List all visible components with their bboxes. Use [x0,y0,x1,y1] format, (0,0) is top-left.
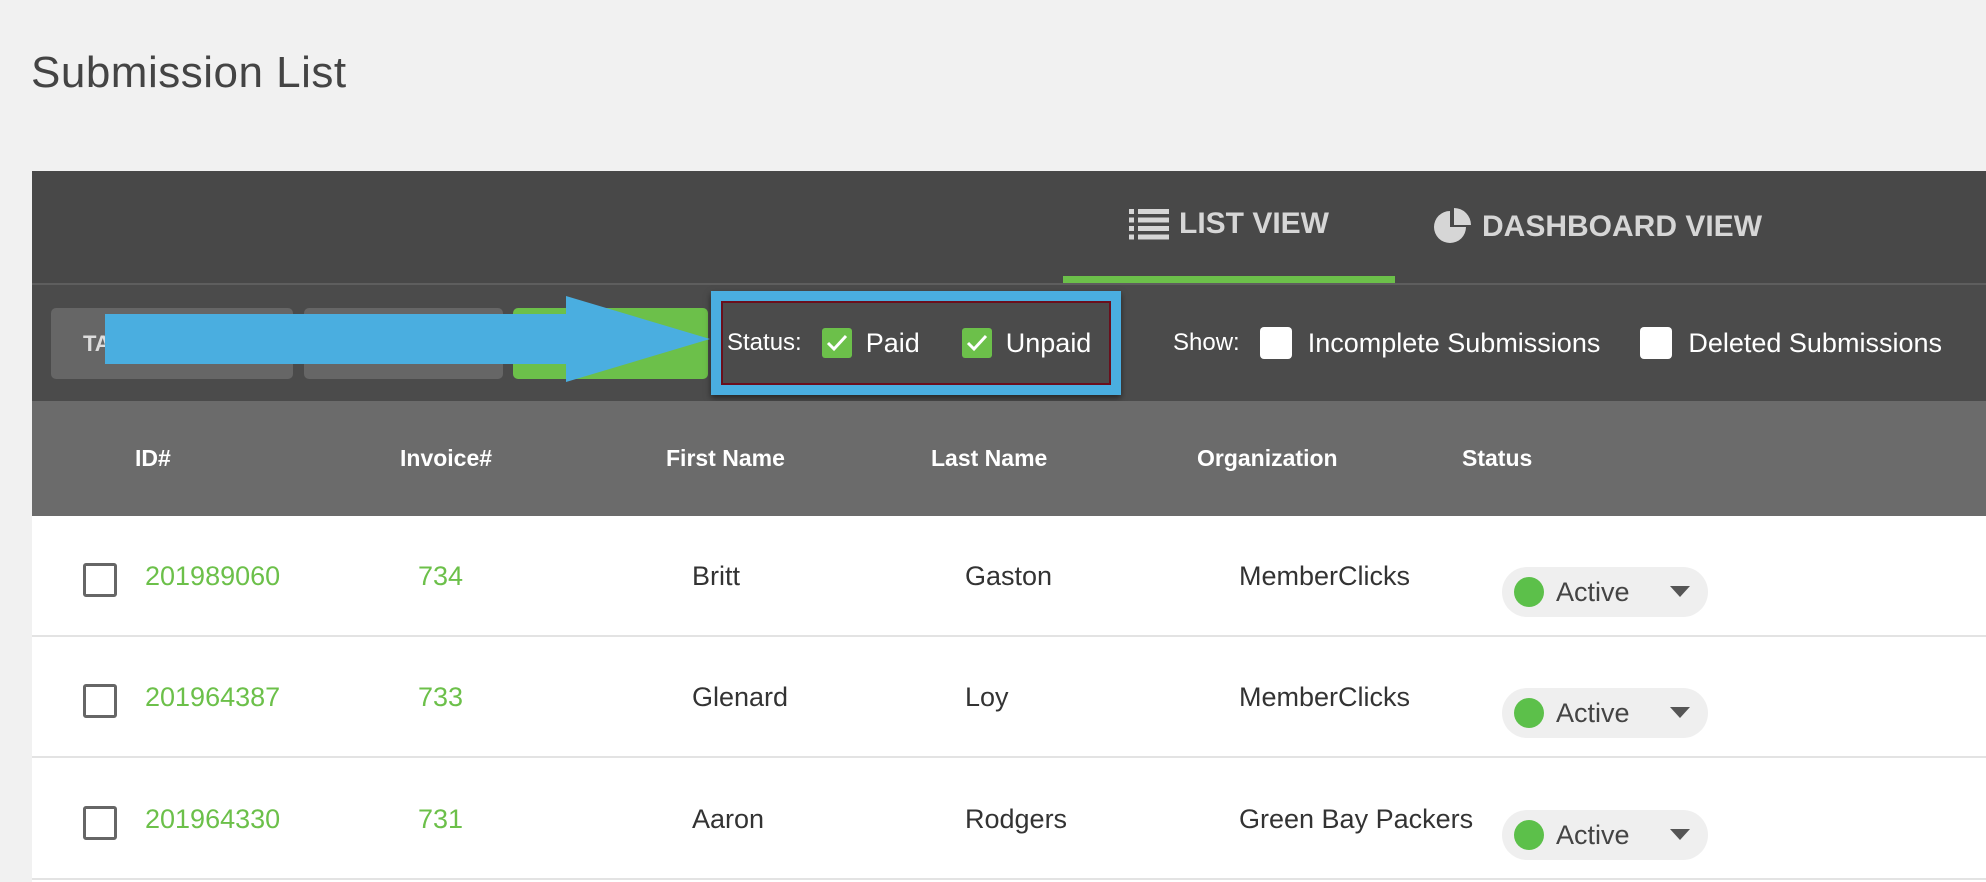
status-dropdown[interactable]: Active [1502,688,1708,738]
paid-label: Paid [865,327,920,358]
caret-down-icon [1670,586,1690,597]
status-dropdown[interactable]: Active [1502,810,1708,860]
tab-dashboard-view[interactable]: DASHBOARD VIEW [1432,171,1762,283]
table-row: 201964330 731 Aaron Rodgers Green Bay Pa… [32,759,1986,880]
row-invoice-link[interactable]: 731 [418,759,463,880]
row-checkbox[interactable] [83,684,117,718]
tab-dashboard-view-label: DASHBOARD VIEW [1482,210,1763,243]
view-switcher: LIST VIEW DASHBOARD VIEW [32,171,1986,285]
status-filter-label: Status: [727,329,802,356]
submission-panel: LIST VIEW DASHBOARD VIEW TA Status: Paid… [32,171,1986,882]
row-checkbox[interactable] [83,563,117,597]
paid-checkbox[interactable] [821,328,852,358]
table-header: ID# Invoice# First Name Last Name Organi… [32,401,1986,516]
status-dropdown-value: Active [1556,576,1630,607]
tab-list-view[interactable]: LIST VIEW [1063,171,1395,283]
row-last-name: Rodgers [965,804,1068,834]
annotation-arrow [105,296,710,382]
column-header-status[interactable]: Status [1462,401,1532,516]
column-header-first-name[interactable]: First Name [666,401,785,516]
row-organization: MemberClicks [1239,682,1411,712]
row-invoice-link[interactable]: 733 [418,637,463,758]
status-filter-highlight: Status: Paid Unpaid [711,291,1121,395]
row-id-link[interactable]: 201964387 [145,637,280,758]
active-status-dot [1514,698,1544,728]
checkmark-icon [826,334,847,352]
active-status-dot [1514,577,1544,607]
row-checkbox[interactable] [83,806,117,840]
active-status-dot [1514,820,1544,850]
row-first-name: Britt [692,561,741,591]
status-dropdown-value: Active [1556,819,1630,850]
row-invoice-link[interactable]: 734 [418,516,463,637]
table-row: 201964387 733 Glenard Loy MemberClicks A… [32,637,1986,758]
row-id-link[interactable]: 201989060 [145,516,280,637]
page-title: Submission List [31,48,347,97]
row-first-name: Glenard [692,682,789,712]
unpaid-label: Unpaid [1005,327,1092,358]
status-dropdown[interactable]: Active [1502,567,1708,617]
row-first-name: Aaron [692,804,765,834]
column-header-invoice[interactable]: Invoice# [400,401,492,516]
incomplete-submissions-label: Incomplete Submissions [1307,327,1601,358]
table-row: 201989060 734 Britt Gaston MemberClicks … [32,516,1986,637]
row-id-link[interactable]: 201964330 [145,759,280,880]
column-header-last-name[interactable]: Last Name [931,401,1047,516]
row-organization: Green Bay Packers [1239,804,1474,834]
status-filter-group: Status: Paid Unpaid [721,301,1111,385]
column-header-id[interactable]: ID# [135,401,171,516]
show-filter-group: Show: Incomplete Submissions Deleted Sub… [1173,285,1982,401]
unpaid-checkbox[interactable] [961,328,992,358]
pie-chart-icon [1434,208,1471,243]
status-dropdown-value: Active [1556,697,1630,728]
row-last-name: Gaston [965,561,1053,591]
caret-down-icon [1670,829,1690,840]
show-filter-label: Show: [1173,329,1240,356]
row-last-name: Loy [965,682,1009,712]
tab-list-view-label: LIST VIEW [1179,206,1329,240]
deleted-submissions-checkbox[interactable] [1640,327,1673,359]
column-header-organization[interactable]: Organization [1197,401,1338,516]
row-organization: MemberClicks [1239,561,1411,591]
caret-down-icon [1670,707,1690,718]
checkmark-icon [966,334,987,352]
list-icon [1129,208,1169,239]
incomplete-submissions-checkbox[interactable] [1259,327,1292,359]
deleted-submissions-label: Deleted Submissions [1688,327,1942,358]
